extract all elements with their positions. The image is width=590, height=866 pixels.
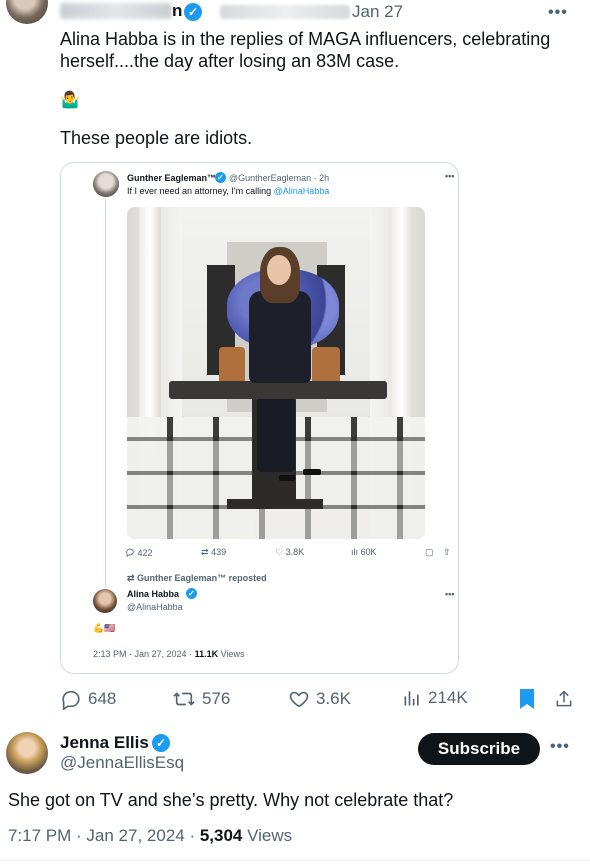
avatar	[93, 589, 117, 613]
repost-icon: ⇄	[127, 573, 138, 583]
quoted-tweet-screenshot: Gunther Eagleman™ ✓ @GuntherEagleman · 2…	[75, 163, 455, 659]
bar-chart-icon	[402, 688, 422, 708]
repost-icon	[172, 688, 196, 710]
divider	[0, 860, 590, 861]
more-options-icon[interactable]: •••	[548, 4, 568, 22]
avatar[interactable]	[6, 0, 48, 24]
repost-icon: ⇄	[201, 547, 209, 557]
tweet-action-bar: 648 576 3.6K 214K	[60, 688, 580, 710]
verified-badge-icon: ✓	[186, 588, 197, 599]
like-button[interactable]: 3.6K	[288, 688, 351, 710]
shrug-emoji: 🤷‍♂️	[60, 92, 80, 109]
view-count: 11.1K	[194, 649, 219, 659]
bookmark-icon: ▢	[425, 547, 434, 557]
flex-flag-emoji: 💪🇺🇸	[93, 623, 116, 633]
author-handle: @AlinaHabba	[127, 602, 183, 612]
photo-shoe	[279, 475, 295, 481]
like-count: 3.6K	[316, 689, 351, 708]
count: 60K	[360, 547, 377, 557]
more-options-icon[interactable]: •••	[550, 738, 570, 756]
tweet-text: These people are idiots.	[60, 128, 253, 148]
quoted-like-count: ♡ 3.8K	[275, 547, 304, 558]
verified-badge-icon: ✓	[152, 734, 170, 752]
tweet-text-line: herself....the day after losing an 83M c…	[60, 51, 400, 71]
repost-count: 576	[202, 689, 231, 708]
count: 422	[137, 548, 153, 558]
timestamp: 2:13 PM · Jan 27, 2024 ·	[93, 649, 195, 659]
quoted-author-handle: @GuntherEagleman · 2h	[229, 173, 330, 183]
verified-badge-icon: ✓	[184, 3, 202, 21]
author-name: Alina Habba	[127, 589, 180, 599]
quoted-reply-count: 422	[125, 547, 153, 558]
verified-badge-icon: ✓	[215, 172, 226, 183]
reply-icon	[60, 688, 82, 710]
view-count: 214K	[428, 688, 468, 707]
heart-icon: ♡	[275, 547, 284, 557]
redacted-display-name	[60, 3, 172, 19]
quoted-author-name: Gunther Eagleman™	[127, 173, 217, 183]
author-handle[interactable]: @JennaEllisEsq	[60, 753, 184, 773]
quoted-view-count: ılı 60K	[351, 547, 377, 557]
more-options-icon: •••	[445, 589, 455, 599]
tweet-meta: 7:17 PM · Jan 27, 2024 · 5,304 Views	[8, 826, 292, 846]
tweet-text-line: Alina Habba is in the replies of MAGA in…	[60, 29, 551, 49]
reposted-by-text: Gunther Eagleman™ reposted	[137, 573, 267, 583]
heart-icon	[288, 688, 310, 710]
timestamp[interactable]: 7:17 PM · Jan 27, 2024 ·	[8, 826, 200, 845]
photo-person-body	[249, 291, 311, 383]
view-count: 5,304	[199, 826, 243, 845]
tweet-photo	[127, 207, 425, 539]
bar-chart-icon: ılı	[351, 547, 359, 557]
share-button[interactable]	[554, 688, 574, 710]
count: 439	[211, 547, 227, 557]
avatar	[93, 171, 119, 197]
quoted-text-body: If I ever need an attorney, I'm calling	[127, 186, 274, 196]
mention-link: @AlinaHabba	[273, 186, 330, 196]
quoted-tweet-text: If I ever need an attorney, I'm calling …	[127, 186, 329, 196]
display-name-tail: n	[172, 1, 183, 20]
reply-count: 648	[88, 689, 117, 708]
count: 3.8K	[285, 547, 305, 557]
author-name[interactable]: Jenna Ellis	[60, 733, 149, 753]
bookmark-button[interactable]	[518, 688, 536, 710]
embedded-image-card[interactable]: Gunther Eagleman™ ✓ @GuntherEagleman · 2…	[60, 162, 459, 674]
views-button[interactable]: 214K	[402, 688, 468, 708]
redacted-handle	[220, 5, 350, 19]
repost-button[interactable]: 576	[172, 688, 230, 710]
tweet-meta: 2:13 PM · Jan 27, 2024 · 11.1K Views	[93, 649, 244, 659]
share-icon: ⇧	[443, 547, 451, 557]
avatar[interactable]	[6, 732, 48, 774]
tweet-text: She got on TV and she’s pretty. Why not …	[8, 790, 454, 810]
thread-line	[105, 199, 106, 587]
tweet-text: Alina Habba is in the replies of MAGA in…	[60, 28, 580, 72]
tweet-date[interactable]: Jan 27	[352, 2, 403, 22]
reply-icon	[126, 548, 134, 557]
views-label: Views	[242, 826, 293, 845]
photo-table-base	[227, 499, 323, 509]
share-icon	[554, 688, 574, 710]
photo-person-face	[267, 255, 291, 285]
photo-shoe	[303, 469, 321, 475]
photo-table-top	[169, 381, 387, 399]
views-label: Views	[218, 649, 245, 659]
reply-button[interactable]: 648	[60, 688, 116, 710]
subscribe-button[interactable]: Subscribe	[418, 733, 540, 765]
reposted-by: ⇄ Gunther Eagleman™ reposted	[127, 573, 267, 584]
quoted-repost-count: ⇄ 439	[201, 547, 226, 558]
bookmark-icon	[518, 688, 536, 710]
more-options-icon: •••	[445, 171, 455, 181]
